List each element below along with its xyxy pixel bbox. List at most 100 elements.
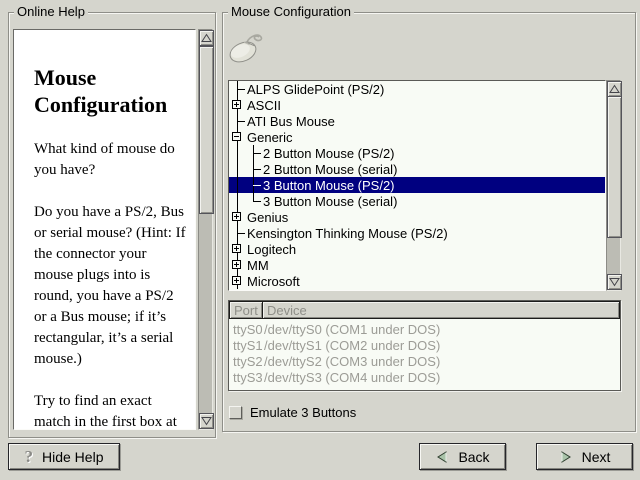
port-cell: ttyS2 xyxy=(229,354,263,369)
tree-branch-lines xyxy=(229,241,245,257)
tree-item-label: ALPS GlidePoint (PS/2) xyxy=(247,82,384,97)
expand-plus-icon[interactable] xyxy=(232,260,241,269)
tree-branch-lines xyxy=(245,177,261,193)
tree-item-label: Generic xyxy=(247,130,293,145)
table-header-row: PortDevice xyxy=(229,301,620,319)
online-help-panel: Online Help Mouse Configuration What kin… xyxy=(8,12,216,438)
tree-item-label: Genius xyxy=(247,210,288,225)
tree-branch-lines xyxy=(229,193,245,209)
tree-item[interactable]: 2 Button Mouse (serial) xyxy=(229,161,605,177)
mouse-configuration-panel: Mouse Configuration ALPS GlidePoint (PS/… xyxy=(222,12,636,432)
tree-branch-lines xyxy=(229,145,245,161)
tree-scrollbar[interactable] xyxy=(606,80,621,291)
table-row: ttyS1/dev/ttyS1 (COM2 under DOS) xyxy=(229,337,620,353)
tree-branch-lines xyxy=(229,81,245,97)
tree-item-label: 3 Button Mouse (PS/2) xyxy=(263,178,395,193)
scroll-up-button[interactable] xyxy=(607,81,622,97)
help-heading: Mouse Configuration xyxy=(34,64,189,118)
tree-item-label: Kensington Thinking Mouse (PS/2) xyxy=(247,226,448,241)
port-cell: ttyS3 xyxy=(229,370,263,385)
scroll-down-icon xyxy=(609,277,620,287)
tree-item[interactable]: Logitech xyxy=(229,241,605,257)
table-body: ttyS0/dev/ttyS0 (COM1 under DOS)ttyS1/de… xyxy=(229,319,620,385)
hide-help-button[interactable]: ? Hide Help xyxy=(8,443,120,470)
tree-item[interactable]: Generic xyxy=(229,129,605,145)
back-label: Back xyxy=(458,449,489,465)
tree-branch-lines xyxy=(229,113,245,129)
device-cell: /dev/ttyS2 (COM3 under DOS) xyxy=(263,354,440,369)
back-arrow-icon xyxy=(435,450,449,464)
scroll-up-button[interactable] xyxy=(199,30,214,46)
tree-branch-lines xyxy=(229,257,245,273)
collapse-minus-icon[interactable] xyxy=(232,132,241,141)
tree-branch-lines xyxy=(229,225,245,241)
mouse-icon xyxy=(227,30,267,66)
expand-plus-icon[interactable] xyxy=(232,212,241,221)
back-button[interactable]: Back xyxy=(419,443,506,470)
tree-scrollbar-thumb[interactable] xyxy=(607,96,622,238)
tree-item-label: ATI Bus Mouse xyxy=(247,114,335,129)
tree-item[interactable]: Microsoft xyxy=(229,273,605,289)
tree-item-label: 3 Button Mouse (serial) xyxy=(263,194,397,209)
port-cell: ttyS0 xyxy=(229,322,263,337)
tree-item-label: 2 Button Mouse (PS/2) xyxy=(263,146,395,161)
tree-item[interactable]: ALPS GlidePoint (PS/2) xyxy=(229,81,605,97)
tree-item[interactable]: MM xyxy=(229,257,605,273)
tree-branch-lines xyxy=(229,177,245,193)
scroll-up-icon xyxy=(609,84,620,94)
next-label: Next xyxy=(582,449,611,465)
tree-item[interactable]: 2 Button Mouse (PS/2) xyxy=(229,145,605,161)
help-paragraph: Do you have a PS/2, Bus or serial mouse?… xyxy=(34,202,191,370)
column-header-device: Device xyxy=(262,301,620,319)
tree-item-label: Microsoft xyxy=(247,274,300,289)
tree-branch-lines xyxy=(229,273,245,289)
tree-item-label: Logitech xyxy=(247,242,296,257)
tree-branch-lines xyxy=(229,161,245,177)
scroll-down-button[interactable] xyxy=(607,274,622,290)
mouse-type-tree[interactable]: ALPS GlidePoint (PS/2)ASCIIATI Bus Mouse… xyxy=(228,80,606,291)
help-paragraph: Try to find an exact match in the first … xyxy=(34,391,191,430)
tree-item-label: MM xyxy=(247,258,269,273)
tree-item[interactable]: ATI Bus Mouse xyxy=(229,113,605,129)
tree-branch-lines xyxy=(245,145,261,161)
tree-item[interactable]: Kensington Thinking Mouse (PS/2) xyxy=(229,225,605,241)
help-paragraph: What kind of mouse do you have? xyxy=(34,139,191,181)
scroll-down-button[interactable] xyxy=(199,413,214,429)
device-cell: /dev/ttyS0 (COM1 under DOS) xyxy=(263,322,440,337)
expand-plus-icon[interactable] xyxy=(232,100,241,109)
help-scrollbar[interactable] xyxy=(198,29,213,430)
tree-branch-lines xyxy=(229,209,245,225)
next-arrow-icon xyxy=(559,450,573,464)
tree-item[interactable]: Genius xyxy=(229,209,605,225)
scroll-up-icon xyxy=(201,33,212,43)
port-cell: ttyS1 xyxy=(229,338,263,353)
question-mark-icon: ? xyxy=(25,448,34,465)
table-row: ttyS0/dev/ttyS0 (COM1 under DOS) xyxy=(229,321,620,337)
emulate-3-buttons-row[interactable]: Emulate 3 Buttons xyxy=(229,405,356,420)
emulate-3-buttons-label: Emulate 3 Buttons xyxy=(250,405,356,420)
expand-plus-icon[interactable] xyxy=(232,244,241,253)
tree-item[interactable]: ASCII xyxy=(229,97,605,113)
table-row: ttyS3/dev/ttyS3 (COM4 under DOS) xyxy=(229,369,620,385)
help-scrollbar-thumb[interactable] xyxy=(199,46,214,214)
tree-item[interactable]: 3 Button Mouse (PS/2) xyxy=(229,177,605,193)
serial-ports-table: PortDevice ttyS0/dev/ttyS0 (COM1 under D… xyxy=(228,300,621,391)
expand-plus-icon[interactable] xyxy=(232,276,241,285)
tree-branch-lines xyxy=(245,161,261,177)
tree-item-label: ASCII xyxy=(247,98,281,113)
mouse-configuration-frame-title: Mouse Configuration xyxy=(228,4,354,20)
tree-branch-lines xyxy=(229,97,245,113)
help-paragraphs: What kind of mouse do you have? Do you ha… xyxy=(14,139,195,430)
help-content: Mouse Configuration What kind of mouse d… xyxy=(13,29,196,430)
table-row: ttyS2/dev/ttyS2 (COM3 under DOS) xyxy=(229,353,620,369)
next-button[interactable]: Next xyxy=(536,443,633,470)
tree-branch-lines xyxy=(245,193,261,209)
online-help-frame-title: Online Help xyxy=(14,4,88,20)
emulate-3-buttons-checkbox[interactable] xyxy=(229,406,242,419)
scroll-down-icon xyxy=(201,416,212,426)
tree-item-label: 2 Button Mouse (serial) xyxy=(263,162,397,177)
device-cell: /dev/ttyS1 (COM2 under DOS) xyxy=(263,338,440,353)
device-cell: /dev/ttyS3 (COM4 under DOS) xyxy=(263,370,440,385)
hide-help-label: Hide Help xyxy=(42,449,103,465)
tree-item[interactable]: 3 Button Mouse (serial) xyxy=(229,193,605,209)
